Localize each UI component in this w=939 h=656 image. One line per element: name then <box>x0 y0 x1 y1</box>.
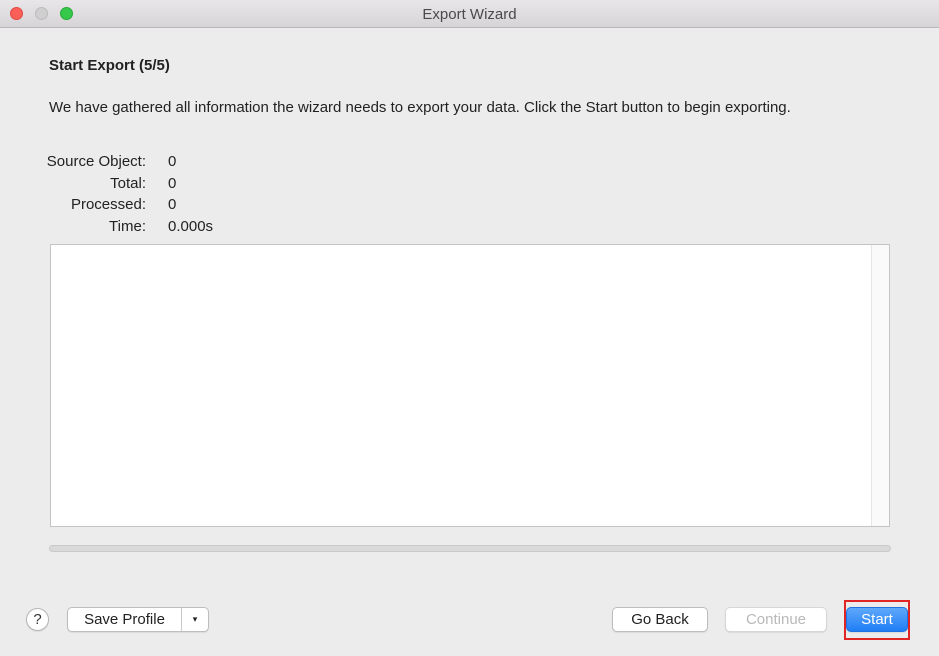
export-progress-bar <box>49 545 891 552</box>
stat-value: 0 <box>168 153 177 170</box>
log-scrollbar[interactable] <box>871 245 889 526</box>
window-title: Export Wizard <box>422 6 517 23</box>
stat-value: 0.000s <box>168 217 214 235</box>
chevron-down-icon[interactable]: ▾ <box>181 608 208 631</box>
start-button[interactable]: Start <box>846 607 908 632</box>
title-bar: Export Wizard <box>0 0 939 28</box>
stat-row-time: Time: 0.000s <box>40 216 213 238</box>
export-log-area[interactable] <box>50 244 890 527</box>
stat-row-total: Total: 0 <box>40 173 213 195</box>
stat-label: Total: <box>110 174 146 192</box>
continue-button[interactable]: Continue <box>725 607 827 632</box>
go-back-button[interactable]: Go Back <box>612 607 708 632</box>
stat-value: 0 <box>168 196 177 213</box>
step-heading: Start Export (5/5) <box>49 57 170 74</box>
stat-label: Time: <box>109 217 146 235</box>
stat-label: Source Object: <box>46 153 146 170</box>
stat-row-processed: Processed: 0 <box>40 194 213 216</box>
step-description: We have gathered all information the wiz… <box>49 99 791 116</box>
help-button[interactable]: ? <box>26 608 49 631</box>
export-stats: Source Object: 0 Total: 0 Processed: 0 T… <box>40 151 213 237</box>
export-wizard-window: Export Wizard Start Export (5/5) We have… <box>0 0 939 656</box>
stat-value: 0 <box>168 174 177 192</box>
stat-row-source-object: Source Object: 0 <box>40 151 213 173</box>
save-profile-button[interactable]: Save Profile ▾ <box>67 607 209 632</box>
stat-label: Processed: <box>70 196 146 213</box>
save-profile-label[interactable]: Save Profile <box>68 608 181 631</box>
